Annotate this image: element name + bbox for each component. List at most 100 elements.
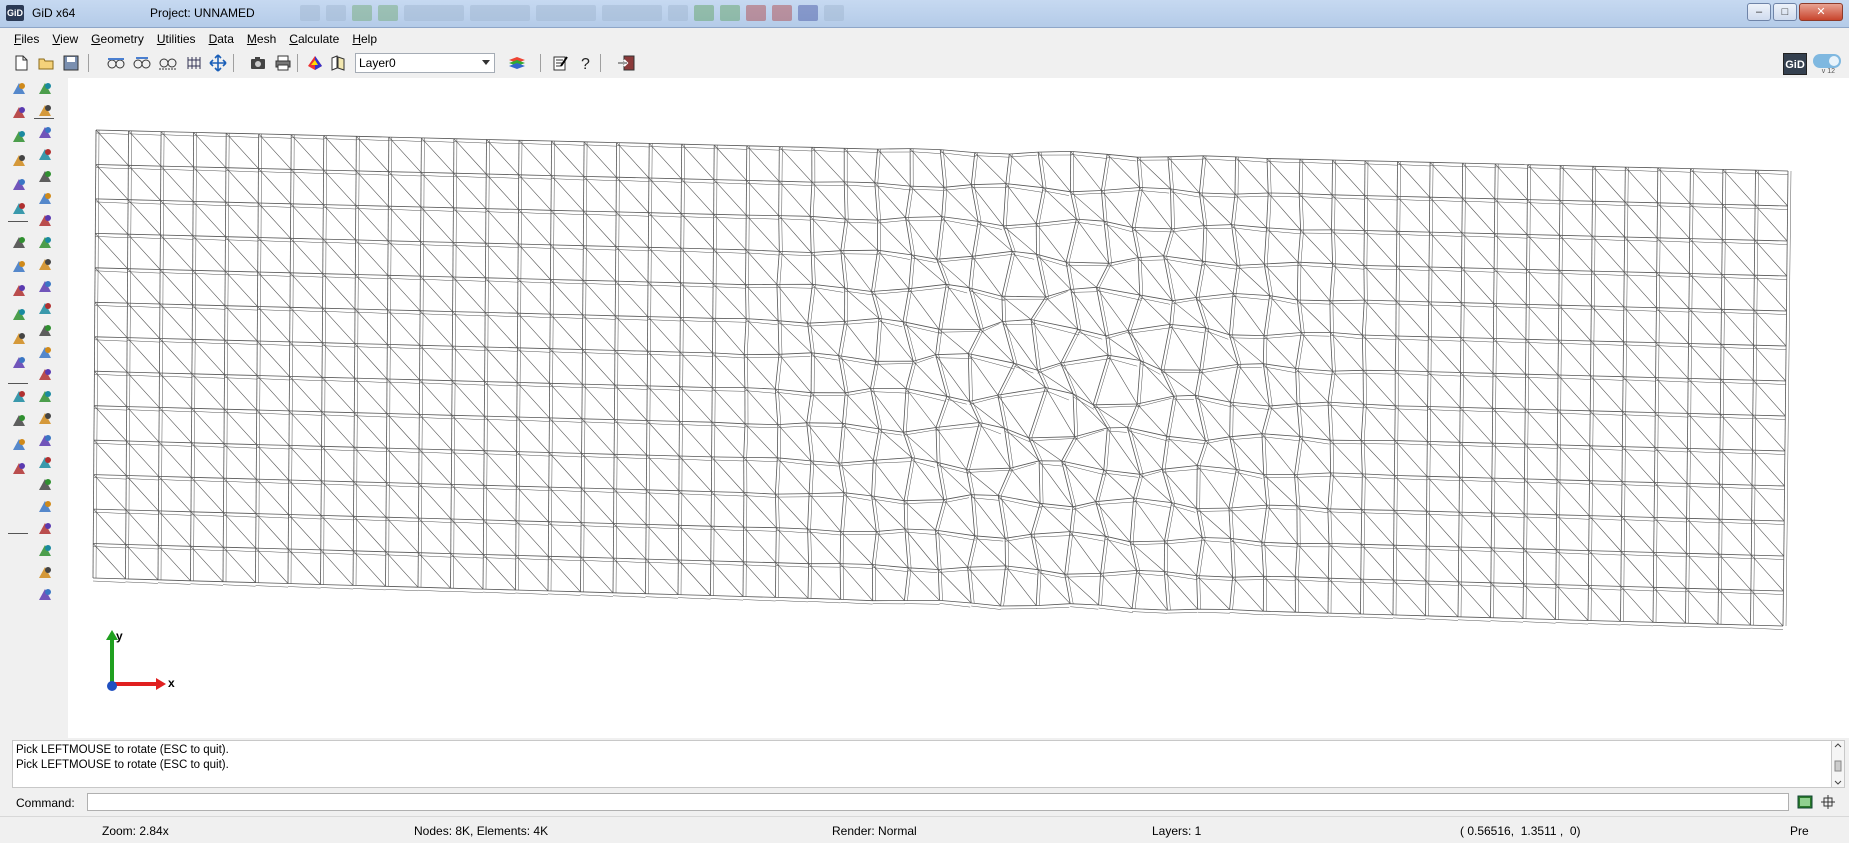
surface-select-icon[interactable] <box>34 298 56 320</box>
mesh-edge <box>1590 410 1623 413</box>
zoom-out-glasses-icon[interactable] <box>131 52 153 74</box>
layer-select[interactable]: Layer0 <box>355 53 495 73</box>
curve-split-icon[interactable] <box>34 386 56 408</box>
graphics-viewport[interactable]: x y <box>68 78 1849 738</box>
mesh-star-icon[interactable] <box>34 496 56 518</box>
minimize-button[interactable]: – <box>1747 3 1771 21</box>
polyline-icon[interactable] <box>8 304 30 326</box>
mesh-edge <box>320 587 354 590</box>
render-color-icon[interactable] <box>304 52 326 74</box>
mesh-edge <box>160 131 194 168</box>
zoom-frame-icon[interactable] <box>8 126 30 148</box>
draw-normals-icon[interactable] <box>34 584 56 606</box>
gid-badge-button[interactable]: GiD <box>1783 53 1807 75</box>
command-history-icon[interactable] <box>1797 794 1813 810</box>
surface-mesh-icon[interactable] <box>34 276 56 298</box>
mesh-edge <box>288 479 322 482</box>
pan-arrows-icon[interactable] <box>207 52 229 74</box>
print-icon[interactable] <box>272 52 294 74</box>
crosshair-icon[interactable] <box>1820 794 1836 810</box>
exit-icon[interactable] <box>615 52 637 74</box>
mesh-edge <box>518 209 551 246</box>
mesh-edge <box>1492 445 1525 448</box>
mesh-edge <box>612 595 646 598</box>
nurbs-icon[interactable] <box>34 320 56 342</box>
block-icon[interactable] <box>34 122 56 144</box>
layers-stack-icon[interactable] <box>34 210 56 232</box>
menu-utilities[interactable]: Utilities <box>151 29 203 49</box>
save-icon[interactable] <box>60 52 82 74</box>
menu-help[interactable]: Help <box>346 29 384 49</box>
menu-mesh[interactable]: Mesh <box>241 29 283 49</box>
arc-icon[interactable] <box>8 256 30 278</box>
mesh-edge <box>548 486 582 489</box>
circle-icon[interactable] <box>8 280 30 302</box>
node-icon[interactable] <box>34 540 56 562</box>
volume-icon[interactable] <box>8 352 30 374</box>
mesh-edge <box>321 446 355 483</box>
zoom-frame-glasses-icon[interactable] <box>157 52 179 74</box>
zoom-out-icon[interactable] <box>8 102 30 124</box>
mesh-edge <box>648 212 682 249</box>
folder-icon[interactable] <box>34 254 56 276</box>
boundary-icon[interactable] <box>34 562 56 584</box>
mesh-edge <box>679 455 712 458</box>
mesh-surface-icon[interactable] <box>8 458 30 480</box>
mesh-quad-icon[interactable] <box>34 452 56 474</box>
ladder-icon[interactable] <box>34 430 56 452</box>
mesh-edge <box>159 372 192 409</box>
zoom-in-icon[interactable] <box>8 78 30 100</box>
mesh-edge <box>1655 342 1689 379</box>
list-icon[interactable] <box>8 434 30 456</box>
mesh-edge <box>1263 579 1296 581</box>
maximize-button[interactable]: □ <box>1773 3 1797 21</box>
solid-shapes-icon[interactable] <box>8 386 30 408</box>
mesh-edge <box>419 414 452 416</box>
mesh-edge <box>1331 194 1365 231</box>
eraser-icon[interactable] <box>8 410 30 432</box>
point-pick-icon[interactable] <box>8 198 30 220</box>
new-file-icon[interactable] <box>10 52 32 74</box>
mesh-edge <box>1327 511 1362 514</box>
edit-notes-icon[interactable] <box>549 52 571 74</box>
layers-stack-icon[interactable] <box>506 52 528 74</box>
close-button[interactable]: ✕ <box>1799 3 1843 21</box>
mesh-edge <box>1269 403 1298 407</box>
mesh-quality-icon[interactable] <box>34 518 56 540</box>
menu-calculate[interactable]: Calculate <box>283 29 346 49</box>
open-folder-icon[interactable] <box>35 52 57 74</box>
mesh-edge <box>256 444 290 446</box>
mesh-edge <box>94 305 128 307</box>
help-icon[interactable]: ? <box>574 52 596 74</box>
intersect-icon[interactable] <box>34 408 56 430</box>
line-icon[interactable] <box>8 232 30 254</box>
zoom-in-glasses-icon[interactable] <box>105 52 127 74</box>
books-icon[interactable] <box>327 52 349 74</box>
console-scrollbar[interactable] <box>1831 740 1845 788</box>
rectangle-icon[interactable] <box>34 144 56 166</box>
mesh-tri-icon[interactable] <box>34 474 56 496</box>
recycle-icon[interactable] <box>8 150 30 172</box>
mesh-grid-icon[interactable] <box>183 52 205 74</box>
shape-color-icon[interactable] <box>8 174 30 196</box>
surface-icon[interactable] <box>8 328 30 350</box>
layers-icon[interactable] <box>34 188 56 210</box>
menu-geometry[interactable]: Geometry <box>85 29 151 49</box>
mesh-canvas[interactable]: x y <box>68 78 1849 738</box>
mesh-edge <box>1654 447 1688 484</box>
curve-icon[interactable] <box>34 342 56 364</box>
label-icon[interactable] <box>34 166 56 188</box>
menu-data[interactable]: Data <box>203 29 241 49</box>
mesh-edge <box>388 171 422 173</box>
mesh-edge <box>484 346 518 349</box>
folder-open-icon[interactable] <box>34 232 56 254</box>
mesh-edge <box>581 418 615 420</box>
curve-join-icon[interactable] <box>34 364 56 386</box>
menu-files[interactable]: Files <box>8 29 46 49</box>
mesh-edge <box>1396 268 1430 271</box>
toggle-switch-icon[interactable] <box>1813 54 1841 68</box>
point-icon[interactable] <box>34 78 56 100</box>
menu-view[interactable]: View <box>46 29 85 49</box>
command-input[interactable] <box>87 793 1789 811</box>
camera-icon[interactable] <box>247 52 269 74</box>
